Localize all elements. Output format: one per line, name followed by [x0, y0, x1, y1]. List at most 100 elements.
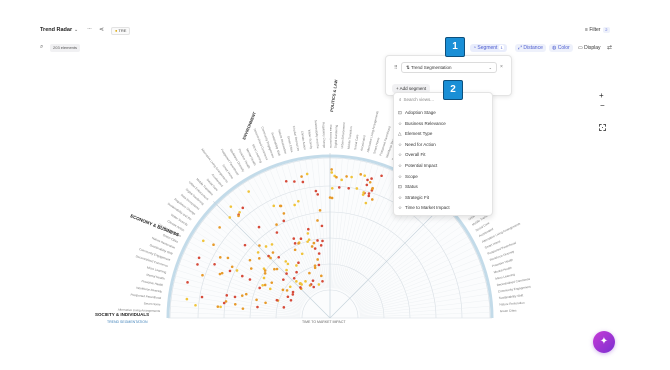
trend-dot [301, 180, 305, 184]
zoom-in-button[interactable]: + [599, 91, 604, 100]
trend-label: Alternative Living Arrangements [200, 147, 229, 183]
view-item-time-to-market-impact[interactable]: ☆ Time to Market Impact [394, 203, 494, 214]
trend-dot [218, 226, 221, 229]
trend-dot [317, 252, 321, 255]
trend-label: Workforce Diversity [489, 249, 515, 262]
trend-dot [300, 283, 303, 286]
radar-spoke [206, 216, 307, 300]
tag-badge[interactable]: ●TRE [111, 27, 131, 35]
trend-dot [299, 237, 303, 240]
trend-dot [366, 178, 369, 182]
radar-spoke [195, 231, 305, 302]
view-item-overall-fit[interactable]: ☆ Overall Fit [394, 150, 494, 161]
radar-spoke [359, 287, 488, 313]
trend-dot [213, 262, 216, 266]
trend-label: Smart Home [484, 239, 501, 250]
trend-dot [277, 255, 281, 259]
trend-dot [367, 192, 371, 195]
trend-dot [219, 305, 222, 309]
trend-dot [282, 219, 286, 223]
trend-label: Decentralised Commerce [135, 254, 169, 268]
share-icon[interactable]: ⋖ [99, 26, 104, 33]
trend-dot [321, 279, 324, 283]
trend-dot [286, 262, 290, 266]
trend-label: Climate Action [167, 219, 186, 232]
trend-label: Mental Health [245, 148, 257, 167]
view-item-strategic-fit[interactable]: ☆ Strategic Fit [394, 193, 494, 204]
search-icon[interactable]: ⌕ [40, 44, 43, 51]
drag-handle-icon[interactable]: ⠿ [394, 65, 398, 71]
ai-assistant-button[interactable]: ✦ [593, 331, 615, 353]
views-dropdown: ⌕ Search views... ⊡ Adoption Stage ☆ Busine… [393, 92, 493, 216]
view-item-need-for-action[interactable]: ☆ Need for Action [394, 140, 494, 151]
view-item-scope[interactable]: ☆ Scope [394, 172, 494, 183]
trend-dot [355, 187, 359, 190]
trend-dot [292, 237, 296, 240]
segment-button[interactable]: ◔ Segment 1 [470, 44, 507, 52]
more-icon[interactable]: ··· [87, 26, 92, 32]
radar-spoke [351, 207, 446, 298]
radar-spoke [341, 169, 391, 291]
distance-button[interactable]: ⤢ Distance [515, 44, 546, 52]
trend-label: Circular Resources [292, 126, 301, 152]
segment-count-badge: 1 [499, 45, 504, 50]
filter-button[interactable]: ≡ Filter 2 [585, 27, 610, 33]
trend-dot [226, 256, 230, 260]
trend-dot [275, 267, 279, 271]
trend-label: Green Cities [500, 308, 517, 313]
remove-segment-button[interactable]: × [500, 64, 503, 70]
page-title[interactable]: Trend Radar [40, 27, 72, 33]
trend-label: Mobile Transition [195, 177, 214, 196]
trend-dot [293, 242, 297, 245]
trend-dot [263, 272, 267, 275]
trend-dot [347, 186, 350, 190]
view-item-business-relevance[interactable]: ☆ Business Relevance [394, 119, 494, 130]
trend-dot [281, 288, 285, 292]
trend-dot [320, 224, 324, 228]
trend-dot [312, 241, 316, 245]
view-item-potential-impact[interactable]: ☆ Potential Impact [394, 161, 494, 172]
trend-dot [233, 295, 237, 299]
trend-label: Digital Gardening [185, 187, 205, 206]
radar-spoke [342, 171, 396, 291]
radar-spoke [355, 236, 468, 303]
trend-dot [262, 267, 266, 270]
view-item-adoption-stage[interactable]: ⊡ Adoption Stage [394, 108, 494, 119]
star-icon: ☆ [398, 205, 403, 211]
radar-spoke [338, 165, 379, 290]
trend-dot [297, 261, 300, 265]
trend-dot [229, 205, 233, 208]
trend-dot [307, 227, 310, 231]
list-icon: ⊡ [398, 110, 402, 115]
trend-dot [263, 269, 267, 272]
trend-dot [264, 245, 268, 248]
trend-dot [194, 303, 197, 307]
swap-icon[interactable]: ⇄ [607, 44, 612, 51]
segment-divider [213, 201, 331, 319]
fit-view-icon[interactable] [599, 124, 606, 131]
trend-dot [330, 187, 334, 190]
color-button[interactable]: ◍ Color [549, 44, 573, 52]
view-item-status[interactable]: ⊡ Status [394, 182, 494, 193]
views-search-input[interactable]: ⌕ Search views... [399, 97, 434, 102]
radar-spoke [174, 281, 301, 312]
zoom-out-button[interactable]: − [600, 101, 605, 110]
trend-dot [313, 264, 317, 267]
view-item-element-type[interactable]: △ Element Type [394, 129, 494, 140]
trend-dot [367, 194, 371, 198]
trend-label: Urban Enforcement [340, 122, 346, 148]
trend-label: Workforce Diversity [136, 286, 163, 294]
trend-dot [267, 254, 270, 258]
segment-select[interactable]: ⇅ Trend Segmentation ⌄ [401, 62, 497, 73]
trend-dot [273, 267, 276, 271]
trend-label: Sustainability and the [314, 120, 320, 149]
trend-dot [316, 193, 320, 196]
chevron-down-icon[interactable]: ⌄ [74, 27, 78, 33]
trend-dot [261, 284, 264, 287]
radar-spoke [358, 269, 483, 310]
trend-dot [218, 272, 222, 276]
sparkle-icon: ✦ [599, 336, 609, 347]
trend-label: Proactive Health [237, 148, 251, 170]
trend-dot [306, 240, 309, 243]
display-button[interactable]: ▭ Display [578, 44, 601, 52]
